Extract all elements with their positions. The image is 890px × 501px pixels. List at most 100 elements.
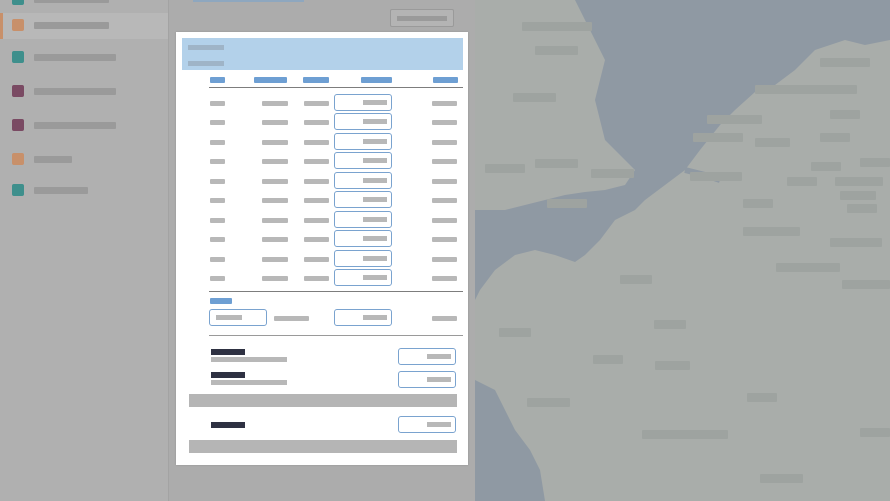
document-preview xyxy=(176,32,468,465)
quantity-input[interactable] xyxy=(334,269,392,286)
map-view[interactable] xyxy=(475,0,890,501)
map-label xyxy=(535,46,578,55)
sidebar-item-label xyxy=(34,0,109,3)
layer-color-swatch xyxy=(12,119,24,131)
sidebar-item[interactable] xyxy=(0,0,168,13)
table-cell xyxy=(262,198,288,203)
sidebar-item[interactable] xyxy=(0,45,168,71)
table-cell xyxy=(304,198,329,203)
table-cell xyxy=(262,276,288,281)
table-divider xyxy=(209,291,463,292)
layer-color-swatch xyxy=(12,153,24,165)
map-label xyxy=(654,320,686,329)
input-value xyxy=(363,139,387,144)
quantity-input[interactable] xyxy=(334,172,392,189)
quantity-input[interactable] xyxy=(334,113,392,130)
table-cell xyxy=(262,120,288,125)
document-header xyxy=(182,38,463,70)
summary-input[interactable] xyxy=(398,348,456,365)
column-header xyxy=(303,77,329,83)
table-cell xyxy=(304,159,329,164)
table-cell xyxy=(304,101,329,106)
map-label xyxy=(835,177,883,186)
table-divider xyxy=(209,87,463,88)
table-cell xyxy=(432,179,457,184)
new-item-value xyxy=(274,316,309,321)
column-header xyxy=(254,77,287,83)
map-label xyxy=(860,428,890,437)
quantity-input[interactable] xyxy=(334,250,392,267)
table-cell xyxy=(304,218,329,223)
map-label xyxy=(811,162,841,171)
input-value xyxy=(363,275,387,280)
summary-title xyxy=(211,422,245,428)
quantity-input[interactable] xyxy=(334,152,392,169)
new-item-input[interactable] xyxy=(209,309,267,326)
quantity-input[interactable] xyxy=(334,133,392,150)
sidebar-item[interactable] xyxy=(0,113,168,139)
sidebar-item[interactable] xyxy=(0,79,168,105)
table-cell xyxy=(262,159,288,164)
map-label xyxy=(591,169,634,178)
input-placeholder xyxy=(216,315,242,320)
panel-action-button[interactable] xyxy=(390,9,454,27)
total-bar xyxy=(189,440,457,453)
map-label xyxy=(776,263,840,272)
map-label xyxy=(547,199,587,208)
sidebar-item-label xyxy=(34,54,116,61)
sidebar-item-active[interactable] xyxy=(0,13,168,39)
active-tab-indicator xyxy=(193,0,304,2)
table-cell xyxy=(210,276,225,281)
input-value xyxy=(363,236,387,241)
sidebar-item-label xyxy=(34,156,72,163)
table-cell xyxy=(210,179,225,184)
sidebar-item-label xyxy=(34,22,109,29)
table-cell xyxy=(432,276,457,281)
map-label xyxy=(655,361,690,370)
quantity-input[interactable] xyxy=(334,211,392,228)
table-cell xyxy=(262,179,288,184)
table-cell xyxy=(432,198,457,203)
table-cell xyxy=(432,159,457,164)
table-cell xyxy=(432,140,457,145)
quantity-input[interactable] xyxy=(334,230,392,247)
column-header xyxy=(433,77,458,83)
quantity-input[interactable] xyxy=(334,191,392,208)
layer-color-swatch xyxy=(12,184,24,196)
table-cell xyxy=(262,237,288,242)
sidebar-item[interactable] xyxy=(0,178,168,204)
map-label xyxy=(743,227,800,236)
summary-input[interactable] xyxy=(398,416,456,433)
layer-color-swatch xyxy=(12,51,24,63)
map-label xyxy=(535,159,578,168)
summary-title xyxy=(211,372,245,378)
map-label xyxy=(707,115,762,124)
map-label xyxy=(842,280,890,289)
sidebar-item[interactable] xyxy=(0,147,168,173)
new-item-amount-input[interactable] xyxy=(334,309,392,326)
summary-subtitle xyxy=(211,380,287,385)
map-label xyxy=(820,58,870,67)
header-title xyxy=(188,45,224,50)
column-header xyxy=(210,77,225,83)
input-value xyxy=(363,100,387,105)
input-value xyxy=(363,178,387,183)
map-canvas xyxy=(475,0,890,501)
table-cell xyxy=(304,276,329,281)
quantity-input[interactable] xyxy=(334,94,392,111)
map-label xyxy=(830,238,882,247)
sidebar-item-label xyxy=(34,88,116,95)
input-value xyxy=(363,217,387,222)
input-value xyxy=(427,422,451,427)
table-cell xyxy=(304,140,329,145)
map-label xyxy=(755,138,790,147)
table-cell xyxy=(262,140,288,145)
map-label xyxy=(527,398,570,407)
summary-input[interactable] xyxy=(398,371,456,388)
section-divider xyxy=(209,335,463,336)
map-label xyxy=(693,133,743,142)
layer-color-swatch xyxy=(12,19,24,31)
map-label xyxy=(755,85,857,94)
table-cell xyxy=(262,218,288,223)
table-cell xyxy=(304,120,329,125)
